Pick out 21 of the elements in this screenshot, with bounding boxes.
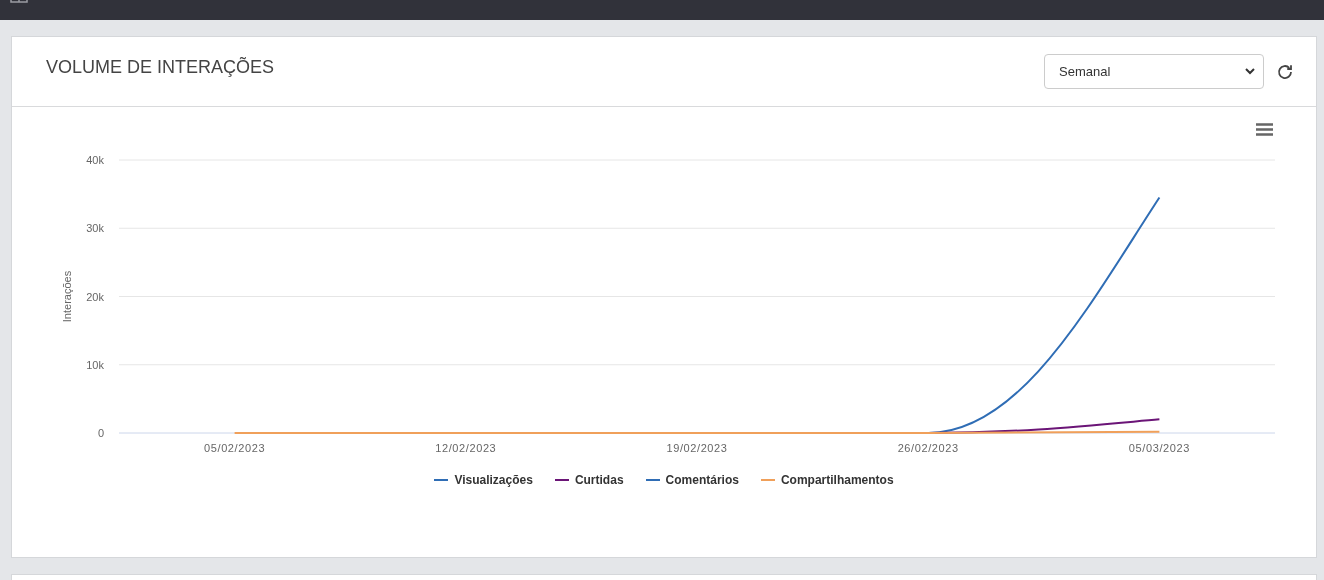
period-select[interactable]: Semanal bbox=[1044, 54, 1264, 89]
y-tick-label: 10k bbox=[86, 358, 104, 371]
menu-icon[interactable] bbox=[1256, 123, 1273, 136]
legend-item[interactable]: Curtidas bbox=[554, 471, 624, 489]
y-axis-title: Interações bbox=[61, 270, 73, 323]
chevron-down-icon bbox=[1245, 68, 1255, 75]
grid-icon[interactable] bbox=[10, 0, 28, 4]
x-tick-label: 26/02/2023 bbox=[897, 442, 959, 454]
legend-item[interactable]: Visualizações bbox=[434, 471, 533, 489]
panel-title: VOLUME DE INTERAÇÕES bbox=[46, 56, 275, 79]
y-tick-label: 30k bbox=[86, 222, 104, 235]
legend-item[interactable]: Comentários bbox=[645, 471, 739, 489]
y-tick-label: 20k bbox=[86, 290, 104, 303]
x-tick-label: 05/03/2023 bbox=[1128, 442, 1190, 454]
x-tick-label: 05/02/2023 bbox=[204, 442, 266, 454]
legend-item[interactable]: Compartilhamentos bbox=[760, 471, 894, 489]
refresh-icon[interactable] bbox=[1276, 62, 1294, 81]
x-tick-label: 12/02/2023 bbox=[435, 442, 497, 454]
y-tick-label: 40k bbox=[86, 154, 104, 166]
x-tick-label: 19/02/2023 bbox=[666, 442, 728, 454]
y-tick-label: 0 bbox=[97, 427, 104, 439]
